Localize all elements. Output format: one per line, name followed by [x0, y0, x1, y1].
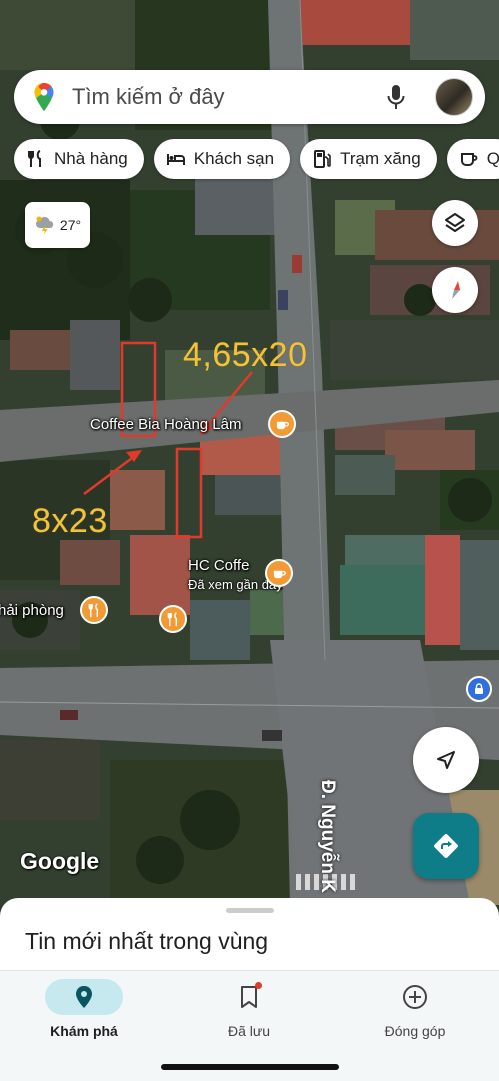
add-circle-icon	[403, 985, 427, 1009]
directions-button[interactable]	[413, 813, 479, 879]
compass-button[interactable]	[432, 267, 478, 313]
chip-label: Trạm xăng	[340, 149, 421, 168]
google-attribution: Google	[20, 848, 100, 874]
chip-label: Nhà hàng	[54, 149, 128, 168]
explore-pin-icon	[76, 986, 92, 1008]
microphone-icon[interactable]	[385, 83, 407, 111]
search-bar[interactable]: Tìm kiếm ở đây	[14, 70, 485, 124]
tab-explore[interactable]: Khám phá	[14, 971, 154, 1039]
navigation-arrow-icon	[437, 751, 455, 769]
chip-label: Q	[486, 149, 499, 168]
chip-hotels[interactable]: Khách sạn	[153, 139, 291, 179]
layers-button[interactable]	[432, 200, 478, 246]
weather-badge[interactable]: 27°	[25, 202, 90, 248]
compass-icon	[452, 281, 460, 299]
poi-label-coffee-bia[interactable]: Coffee Bia Hoàng Lâm	[90, 416, 242, 433]
restaurant-icon[interactable]	[80, 596, 108, 624]
chip-coffee[interactable]: Q	[446, 139, 499, 179]
street-label: Đ. Nguyễn K	[317, 780, 338, 893]
notification-dot	[255, 982, 262, 989]
weather-temp: 27°	[59, 217, 82, 233]
thunderstorm-icon	[35, 216, 54, 235]
google-maps-logo-icon	[34, 82, 54, 112]
tab-label: Đã lưu	[227, 1023, 271, 1039]
chip-label: Khách sạn	[193, 149, 275, 168]
sheet-drag-handle[interactable]	[226, 908, 274, 913]
directions-icon	[434, 834, 458, 858]
gas-station-icon	[314, 150, 331, 168]
poi-label-hc-coffe[interactable]: HC Coffe	[188, 557, 249, 574]
sheet-title: Tin mới nhất trong vùng	[25, 928, 269, 954]
category-chips: Nhà hàng Khách sạn Trạm xăng Q	[14, 139, 499, 179]
bottom-sheet[interactable]: Tin mới nhất trong vùng	[0, 898, 499, 978]
tab-saved[interactable]: Đã lưu	[179, 971, 319, 1039]
restaurant-icon[interactable]	[159, 605, 187, 633]
chip-restaurants[interactable]: Nhà hàng	[14, 139, 144, 179]
avatar[interactable]	[435, 78, 473, 116]
tab-label: Khám phá	[50, 1023, 118, 1039]
home-indicator[interactable]	[161, 1064, 339, 1070]
coffee-icon[interactable]	[268, 410, 296, 438]
plot-size-label-right: 4,65x20	[183, 336, 308, 374]
lock-icon[interactable]	[466, 676, 492, 702]
chip-gas-stations[interactable]: Trạm xăng	[300, 139, 437, 179]
layers-icon	[445, 213, 465, 232]
poi-label-hai-phong[interactable]: hải phòng	[0, 602, 64, 619]
coffee-icon[interactable]	[265, 559, 293, 587]
plot-size-label-left: 8x23	[32, 502, 108, 540]
tab-contribute[interactable]: Đóng góp	[345, 971, 485, 1039]
search-input[interactable]: Tìm kiếm ở đây	[72, 84, 385, 110]
hotel-icon	[166, 154, 185, 165]
my-location-button[interactable]	[413, 727, 479, 793]
coffee-icon	[460, 153, 478, 166]
tab-label: Đóng góp	[384, 1023, 446, 1039]
restaurant-icon	[28, 150, 41, 167]
